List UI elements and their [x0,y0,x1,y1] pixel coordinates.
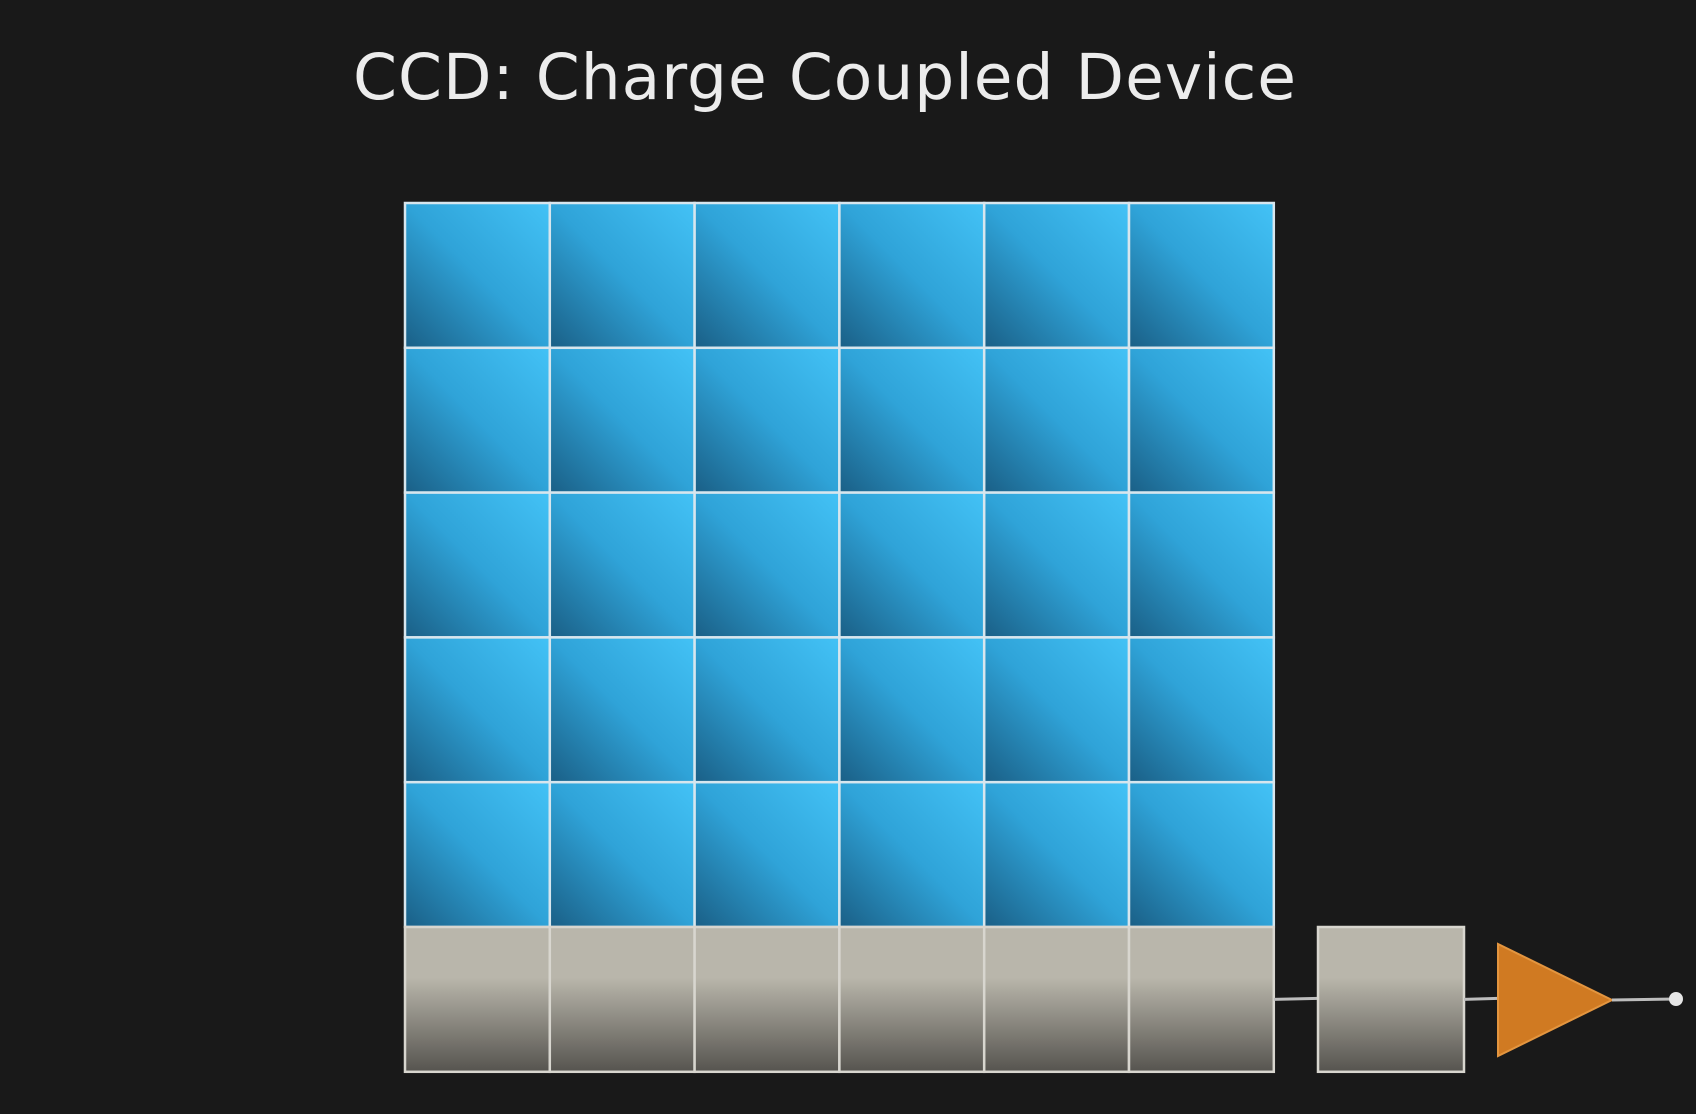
pixel-cell [693,491,841,639]
pixel-array [403,201,1276,929]
pixel-cell [838,780,986,929]
wire-amp-to-output [1611,997,1676,1002]
pixel-cell [838,491,986,639]
output-terminal-icon [1669,992,1683,1006]
register-cell [982,925,1131,1074]
pixel-cell [403,346,552,494]
register-cell [548,925,696,1074]
pixel-cell [548,346,696,494]
pixel-cell [693,780,841,929]
readout-register [403,925,1276,1074]
output-stage [1273,925,1683,1074]
register-cell [1127,925,1276,1074]
register-cell [693,925,841,1074]
pixel-cell [403,201,552,350]
slide: CCD: Charge Coupled Device [0,0,1696,1114]
wire-register-to-node [1273,996,1319,1001]
pixel-cell [982,636,1131,784]
ccd-diagram [403,201,1683,1074]
output-node-cell [1316,925,1466,1074]
pixel-cell [982,780,1131,929]
pixel-cell [548,491,696,639]
pixel-cell [403,636,552,784]
pixel-cell [693,201,841,350]
pixel-cell [1127,636,1276,784]
pixel-cell [548,201,696,350]
pixel-cell [403,491,552,639]
pixel-cell [982,491,1131,639]
register-cell [838,925,986,1074]
pixel-cell [693,346,841,494]
pixel-cell [982,201,1131,350]
pixel-cell [1127,201,1276,350]
pixel-cell [548,780,696,929]
pixel-cell [838,201,986,350]
pixel-cell [838,346,986,494]
pixel-cell [982,346,1131,494]
pixel-cell [403,780,552,929]
pixel-cell [1127,346,1276,494]
amplifier-triangle-icon [1497,942,1615,1058]
register-cell [403,925,552,1074]
pixel-cell [1127,491,1276,639]
pixel-cell [548,636,696,784]
pixel-cell [693,636,841,784]
pixel-cell [1127,780,1276,929]
wire-node-to-amp [1463,996,1499,1001]
pixel-cell [838,636,986,784]
